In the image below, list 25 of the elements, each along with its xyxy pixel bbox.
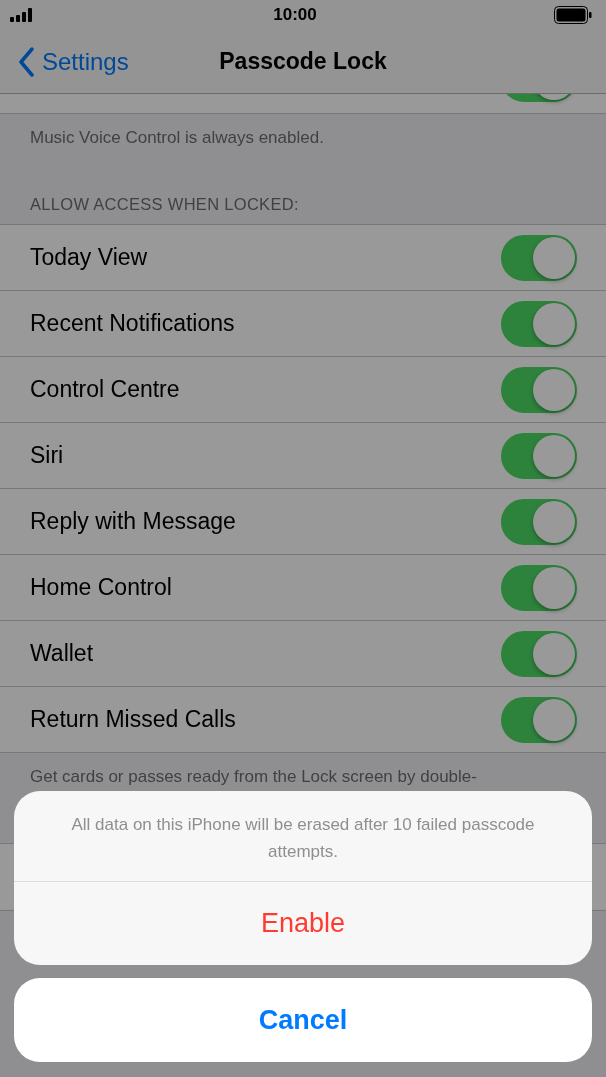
sheet-message: All data on this iPhone will be erased after 10 failed passcode attempts. <box>14 791 592 882</box>
toggle-switch[interactable] <box>501 300 577 347</box>
settings-row[interactable]: Home Control <box>0 555 606 621</box>
settings-row[interactable]: Recent Notifications <box>0 291 606 357</box>
section-footer: Get cards or passes ready from the Lock screen by double- <box>0 753 606 789</box>
settings-row[interactable]: Return Missed Calls <box>0 687 606 752</box>
status-time: 10:00 <box>273 5 317 25</box>
nav-title: Passcode Lock <box>219 48 387 75</box>
toggle-switch[interactable] <box>501 432 577 479</box>
settings-row[interactable]: Reply with Message <box>0 489 606 555</box>
battery-icon <box>554 6 592 24</box>
settings-row[interactable]: Siri <box>0 423 606 489</box>
settings-row[interactable]: Today View <box>0 225 606 291</box>
chevron-left-icon <box>18 46 34 77</box>
section-footer: Music Voice Control is always enabled. <box>0 114 606 150</box>
toggle-switch[interactable] <box>501 366 577 413</box>
toggle-switch[interactable] <box>501 498 577 545</box>
settings-row[interactable]: Control Centre <box>0 357 606 423</box>
toggle-switch[interactable] <box>501 630 577 677</box>
toggle-switch[interactable] <box>501 696 577 743</box>
toggle-switch[interactable] <box>501 564 577 611</box>
settings-row[interactable]: Wallet <box>0 621 606 687</box>
cancel-button[interactable]: Cancel <box>14 978 592 1062</box>
section-header: ALLOW ACCESS WHEN LOCKED: <box>29 194 300 215</box>
toggle-switch[interactable] <box>501 234 577 281</box>
